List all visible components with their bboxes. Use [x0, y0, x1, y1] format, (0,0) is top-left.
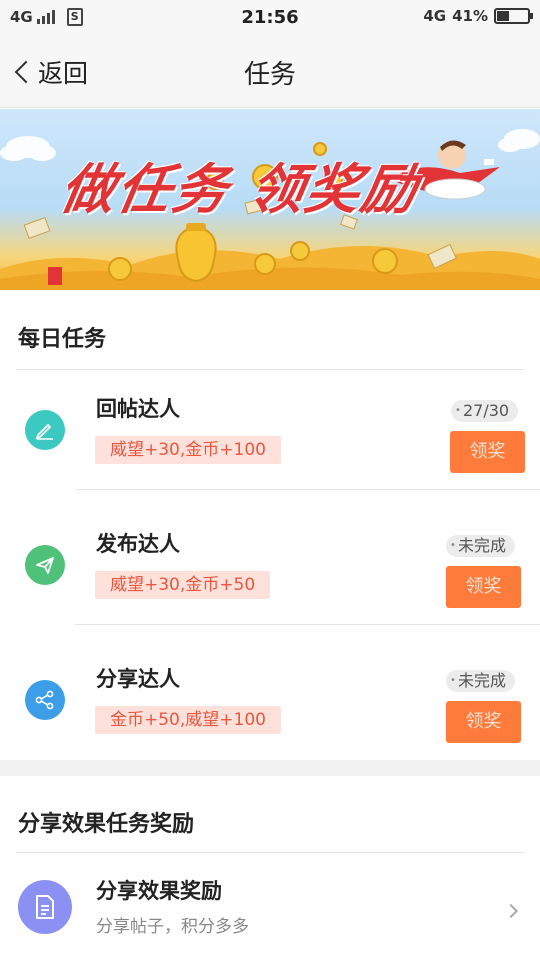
task-name: 发布达人: [96, 532, 180, 556]
promo-banner[interactable]: 做任务 领奖励: [0, 109, 540, 290]
network-indicator-right: 4G: [423, 7, 447, 25]
status-bar: 4G S 21:56 4G 41%: [0, 0, 540, 36]
section-separator: [0, 760, 540, 776]
reward-tag: 威望+30,金币+100: [95, 436, 281, 464]
share-reward-name: 分享效果奖励: [96, 879, 222, 903]
reward-tag: 金币+50,威望+100: [95, 706, 281, 734]
paper-plane-icon: [25, 545, 65, 585]
battery-percent: 41%: [452, 7, 488, 25]
nav-bar: 返回 任务: [0, 36, 540, 108]
progress-badge: 27/30: [451, 400, 519, 422]
claim-button[interactable]: 领奖: [446, 566, 521, 608]
progress-badge: 未完成: [446, 535, 516, 557]
status-right: 4G 41%: [423, 7, 533, 25]
pencil-icon: [25, 410, 65, 450]
reward-tag: 威望+30,金币+50: [95, 571, 271, 599]
chevron-right-icon: [503, 903, 519, 919]
divider: [75, 624, 540, 625]
task-name: 分享达人: [96, 667, 180, 691]
document-icon: [18, 880, 72, 934]
daily-tasks-title: 每日任务: [18, 327, 107, 352]
page-title: 任务: [243, 60, 296, 90]
share-reward-title: 分享效果任务奖励: [18, 812, 195, 837]
battery-fill: [497, 11, 510, 21]
task-name: 回帖达人: [96, 397, 180, 421]
share-icon: [25, 680, 65, 720]
divider: [75, 489, 540, 490]
claim-button[interactable]: 领奖: [450, 431, 525, 473]
divider: [16, 852, 524, 853]
divider: [16, 369, 524, 370]
share-reward-subtitle: 分享帖子，积分多多: [96, 917, 249, 937]
progress-badge: 未完成: [446, 670, 516, 692]
banner-headline: 做任务 领奖励: [55, 158, 424, 221]
battery-icon: [494, 8, 533, 24]
claim-button[interactable]: 领奖: [446, 701, 521, 743]
